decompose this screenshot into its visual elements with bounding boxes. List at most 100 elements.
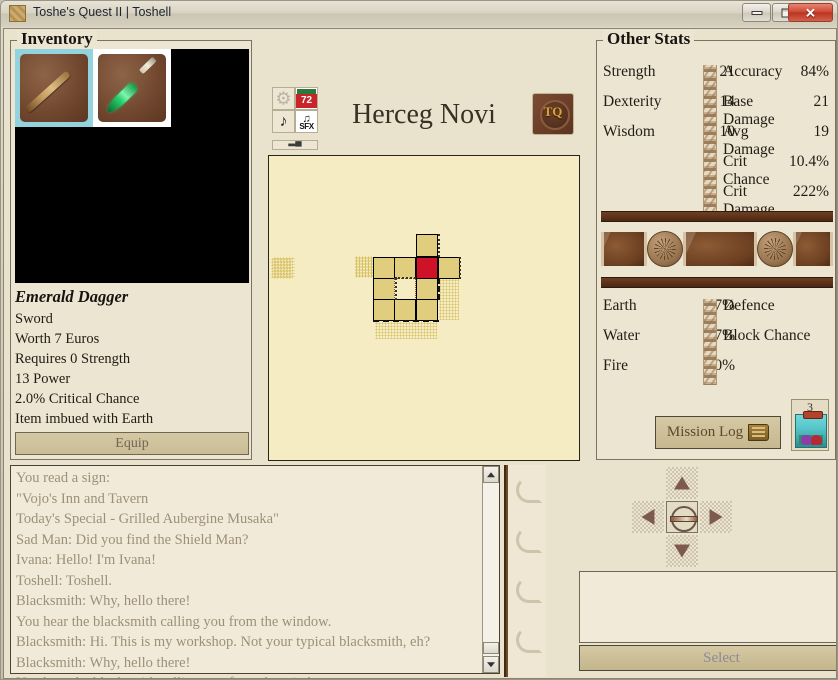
chat-line: You hear the blacksmith calling you from… bbox=[16, 613, 332, 630]
minimize-button[interactable] bbox=[742, 3, 771, 22]
map-tile[interactable] bbox=[416, 299, 438, 321]
chat-scrollbar[interactable] bbox=[482, 466, 499, 673]
move-west-button[interactable] bbox=[632, 501, 664, 533]
window-title: Toshe's Quest II | Toshell bbox=[33, 5, 172, 19]
defense-stats-list: Defence 0 Block Chance 0% 118 bbox=[723, 297, 836, 387]
inventory-slot-5[interactable] bbox=[93, 127, 171, 205]
band-medallion-icon bbox=[757, 231, 793, 267]
inventory-slot-8[interactable] bbox=[93, 205, 171, 283]
sound-level-icon[interactable] bbox=[272, 140, 318, 150]
inventory-slot-7[interactable] bbox=[15, 205, 93, 283]
scroll-up-button[interactable] bbox=[483, 466, 499, 483]
item-imbue: Item imbued with Earth bbox=[15, 411, 154, 427]
map-tile[interactable] bbox=[416, 278, 438, 300]
mission-log-button[interactable]: Mission Log bbox=[655, 416, 781, 449]
map-fog bbox=[355, 257, 375, 277]
other-stats-panel: Other Stats Strength 21 Dexterity 14 Wisdo… bbox=[596, 30, 836, 460]
game-canvas: Inventory Emerald Dagger Sword Worth 7 E… bbox=[3, 28, 837, 679]
inventory-slot-6[interactable] bbox=[171, 127, 249, 205]
stat-name: Accuracy bbox=[723, 63, 783, 80]
stat-name: Strength bbox=[603, 63, 656, 80]
select-button[interactable]: Select bbox=[579, 645, 836, 671]
chat-log[interactable]: You read a sign: "Vojo's Inn and Tavern … bbox=[10, 465, 500, 678]
action-center-button[interactable] bbox=[666, 501, 698, 533]
title-bar: Toshe's Quest II | Toshell ✕ bbox=[1, 1, 837, 27]
map-tile[interactable] bbox=[438, 257, 460, 279]
mission-log-label: Mission Log bbox=[666, 424, 744, 440]
map-tile[interactable] bbox=[373, 299, 395, 321]
chat-lines: You read a sign: "Vojo's Inn and Tavern … bbox=[16, 468, 477, 678]
inventory-slot-1[interactable] bbox=[15, 49, 93, 127]
swirl-ornament bbox=[516, 527, 542, 553]
inventory-slot-4[interactable] bbox=[15, 127, 93, 205]
chat-line: "Vojo's Inn and Tavern bbox=[16, 490, 149, 507]
map-tile[interactable] bbox=[394, 299, 416, 321]
move-south-button[interactable] bbox=[666, 535, 698, 567]
move-east-button[interactable] bbox=[700, 501, 732, 533]
potion-slot[interactable]: 3 bbox=[791, 399, 829, 451]
inventory-slot-2[interactable] bbox=[93, 49, 171, 127]
close-icon: ✕ bbox=[805, 5, 816, 20]
scroll-down-button[interactable] bbox=[483, 656, 499, 673]
close-button[interactable]: ✕ bbox=[788, 3, 833, 22]
band-panels bbox=[601, 231, 833, 267]
inventory-slot-9[interactable] bbox=[171, 205, 249, 283]
stat-row: Defence 0 bbox=[723, 297, 836, 327]
item-name: Emerald Dagger bbox=[15, 287, 129, 306]
chat-line: You read a sign: bbox=[16, 470, 110, 486]
inventory-panel: Inventory Emerald Dagger Sword Worth 7 E… bbox=[10, 30, 252, 460]
map-tile[interactable] bbox=[373, 278, 395, 300]
stat-value: 21 bbox=[813, 93, 830, 110]
map-tile-empty[interactable] bbox=[394, 278, 416, 300]
emerald-dagger-icon bbox=[98, 54, 166, 122]
app-icon bbox=[9, 5, 26, 22]
map-border-hint bbox=[395, 277, 416, 279]
item-details: Emerald Dagger Sword Worth 7 Euros Requi… bbox=[15, 287, 249, 429]
chat-line: Today's Special - Grilled Aubergine Musa… bbox=[16, 511, 279, 527]
map-border-hint bbox=[438, 234, 440, 257]
decorative-band bbox=[601, 209, 833, 293]
world-map[interactable] bbox=[268, 155, 580, 461]
stat-name: Defence bbox=[723, 297, 775, 314]
arrow-right-icon bbox=[709, 509, 723, 525]
stat-row: Base Damage 21 bbox=[723, 93, 830, 128]
move-north-button[interactable] bbox=[666, 467, 698, 499]
tq-logo-icon[interactable] bbox=[532, 93, 574, 135]
stat-value: 10.4% bbox=[788, 153, 829, 170]
equip-button[interactable]: Equip bbox=[15, 432, 249, 455]
band-panel bbox=[601, 232, 647, 266]
ornamental-pillar bbox=[504, 465, 546, 677]
rope-divider bbox=[703, 299, 717, 385]
chat-line: Ivana: Hello! I'm Ivana! bbox=[16, 552, 156, 568]
stat-name: Fire bbox=[603, 357, 628, 374]
chat-line: You hear the blacksmith calling you from… bbox=[16, 673, 477, 678]
map-fog bbox=[273, 257, 295, 279]
scrollbar-thumb[interactable] bbox=[483, 642, 499, 654]
chat-line: Toshell: Toshell. bbox=[16, 572, 112, 589]
arrow-down-icon bbox=[674, 544, 690, 558]
swirl-ornament bbox=[516, 627, 542, 653]
chevron-down-icon bbox=[487, 661, 495, 667]
chevron-up-icon bbox=[487, 471, 495, 477]
map-tile[interactable] bbox=[394, 257, 416, 279]
stat-name: Dexterity bbox=[603, 93, 662, 110]
band-bar-top bbox=[601, 211, 833, 222]
money-row: 118 bbox=[723, 357, 836, 387]
stat-value: 84% bbox=[800, 63, 829, 80]
map-tile[interactable] bbox=[373, 257, 395, 279]
stat-value: 0 bbox=[831, 297, 836, 315]
rope-divider bbox=[703, 65, 717, 213]
map-border-hint bbox=[438, 278, 440, 300]
inventory-slot-3[interactable] bbox=[171, 49, 249, 127]
other-stats-legend: Other Stats bbox=[603, 30, 695, 47]
map-tile[interactable] bbox=[416, 234, 438, 257]
chat-line: Blacksmith: Hi. This is my workshop. Not… bbox=[16, 634, 431, 650]
stat-row: Block Chance 0% bbox=[723, 327, 836, 357]
center-panel: Herceg Novi bbox=[260, 43, 588, 461]
stat-name: Wisdom bbox=[603, 123, 655, 140]
map-tile-current[interactable] bbox=[416, 257, 438, 279]
stat-value: 0% bbox=[831, 327, 836, 345]
potion-jar-icon bbox=[795, 411, 827, 448]
application-window: Toshe's Quest II | Toshell ✕ Inventory E… bbox=[0, 0, 838, 680]
map-border-hint bbox=[459, 257, 461, 279]
